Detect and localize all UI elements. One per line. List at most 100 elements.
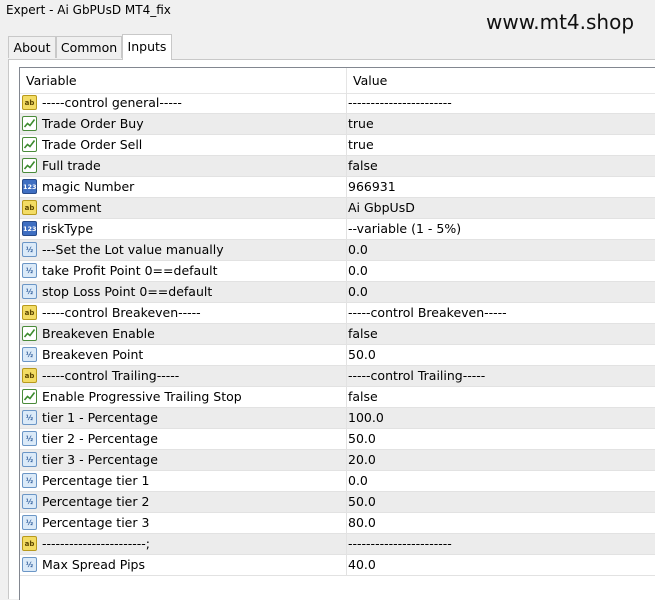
variable-name: -----control Breakeven----- — [42, 305, 201, 320]
variable-name: tier 2 - Percentage — [42, 431, 158, 446]
column-header-variable[interactable]: Variable — [20, 68, 346, 93]
variable-value[interactable]: 100.0 — [348, 408, 384, 428]
table-row[interactable]: ½ ---Set the Lot value manually 0.0 — [20, 240, 655, 261]
variable-value[interactable]: 50.0 — [348, 429, 376, 449]
column-separator — [346, 303, 347, 324]
variable-value[interactable]: 80.0 — [348, 513, 376, 533]
table-row[interactable]: ½ Percentage tier 1 0.0 — [20, 471, 655, 492]
double-type-icon: ½ — [22, 242, 37, 257]
variable-name: -----control general----- — [42, 95, 182, 110]
table-row[interactable]: ½ Percentage tier 2 50.0 — [20, 492, 655, 513]
inputs-panel: Variable Value ab -----control general---… — [8, 59, 655, 600]
table-row[interactable]: ½ take Profit Point 0==default 0.0 — [20, 261, 655, 282]
table-row[interactable]: ½ Percentage tier 3 80.0 — [20, 513, 655, 534]
table-row[interactable]: ½ Breakeven Point 50.0 — [20, 345, 655, 366]
variable-value[interactable]: 0.0 — [348, 282, 368, 302]
table-row[interactable]: ½ stop Loss Point 0==default 0.0 — [20, 282, 655, 303]
bool-type-icon — [22, 116, 37, 131]
table-row[interactable]: Trade Order Sell true — [20, 135, 655, 156]
variable-name: Trade Order Sell — [42, 137, 143, 152]
variable-value[interactable]: 50.0 — [348, 345, 376, 365]
variable-name: Percentage tier 3 — [42, 515, 150, 530]
column-separator — [346, 366, 347, 387]
column-separator — [346, 324, 347, 345]
double-type-icon: ½ — [22, 284, 37, 299]
table-row[interactable]: ½ tier 3 - Percentage 20.0 — [20, 450, 655, 471]
variable-name: stop Loss Point 0==default — [42, 284, 213, 299]
variable-value[interactable]: Ai GbpUsD — [348, 198, 415, 218]
table-row[interactable]: ½ Max Spread Pips 40.0 — [20, 555, 655, 576]
variable-name: ---Set the Lot value manually — [42, 242, 224, 257]
variable-value[interactable]: -----control Trailing----- — [348, 366, 485, 386]
column-separator — [346, 450, 347, 471]
window-title: Expert - Ai GbPUsD MT4_fix — [6, 3, 171, 17]
variable-value[interactable]: false — [348, 156, 378, 176]
tab-about[interactable]: About — [8, 36, 56, 58]
column-separator — [346, 93, 347, 114]
variable-value[interactable]: 0.0 — [348, 261, 368, 281]
table-body: ab -----control general----- -------------… — [20, 93, 655, 576]
variable-value[interactable]: 0.0 — [348, 240, 368, 260]
table-row[interactable]: 123 magic Number 966931 — [20, 177, 655, 198]
column-header-value[interactable]: Value — [347, 68, 655, 93]
column-separator — [346, 471, 347, 492]
variable-value[interactable]: 20.0 — [348, 450, 376, 470]
variable-value[interactable]: 50.0 — [348, 492, 376, 512]
variable-name: Max Spread Pips — [42, 557, 145, 572]
double-type-icon: ½ — [22, 431, 37, 446]
bool-type-icon — [22, 326, 37, 341]
column-separator — [346, 261, 347, 282]
variable-name: Trade Order Buy — [42, 116, 144, 131]
bool-type-icon — [22, 389, 37, 404]
column-separator — [346, 429, 347, 450]
string-type-icon: ab — [22, 305, 37, 320]
variable-value[interactable]: -----control Breakeven----- — [348, 303, 507, 323]
variable-value[interactable]: 40.0 — [348, 555, 376, 575]
string-type-icon: ab — [22, 200, 37, 215]
variable-value[interactable]: --variable (1 - 5%) — [348, 219, 461, 239]
variable-value[interactable]: 0.0 — [348, 471, 368, 491]
variable-name: Percentage tier 1 — [42, 473, 150, 488]
column-separator — [346, 198, 347, 219]
table-row[interactable]: Breakeven Enable false — [20, 324, 655, 345]
table-row[interactable]: Full trade false — [20, 156, 655, 177]
variable-value[interactable]: false — [348, 387, 378, 407]
table-row[interactable]: ab -----control Trailing----- -----control… — [20, 366, 655, 387]
table-row[interactable]: 123 riskType --variable (1 - 5%) — [20, 219, 655, 240]
column-separator — [346, 219, 347, 240]
variable-value[interactable]: false — [348, 324, 378, 344]
variable-value[interactable]: ----------------------- — [348, 93, 452, 113]
variable-name: riskType — [42, 221, 94, 236]
double-type-icon: ½ — [22, 515, 37, 530]
column-separator — [346, 240, 347, 261]
integer-type-icon: 123 — [22, 221, 37, 236]
variable-name: -----------------------; — [42, 536, 150, 551]
column-separator — [346, 114, 347, 135]
table-row[interactable]: Enable Progressive Trailing Stop false — [20, 387, 655, 408]
table-row[interactable]: ½ tier 2 - Percentage 50.0 — [20, 429, 655, 450]
variable-name: Enable Progressive Trailing Stop — [42, 389, 242, 404]
variable-name: comment — [42, 200, 102, 215]
tab-common[interactable]: Common — [56, 36, 122, 58]
bool-type-icon — [22, 158, 37, 173]
inputs-table: Variable Value ab -----control general---… — [19, 67, 655, 600]
column-separator — [346, 408, 347, 429]
table-row[interactable]: ab comment Ai GbpUsD — [20, 198, 655, 219]
variable-value[interactable]: 966931 — [348, 177, 396, 197]
table-row[interactable]: ½ tier 1 - Percentage 100.0 — [20, 408, 655, 429]
variable-name: Breakeven Enable — [42, 326, 155, 341]
table-row[interactable]: ab -----control general----- -------------… — [20, 93, 655, 114]
table-row[interactable]: Trade Order Buy true — [20, 114, 655, 135]
variable-name: magic Number — [42, 179, 135, 194]
table-row[interactable]: ab -----------------------; --------------… — [20, 534, 655, 555]
double-type-icon: ½ — [22, 410, 37, 425]
variable-value[interactable]: true — [348, 135, 374, 155]
table-row[interactable]: ab -----control Breakeven----- -----contro… — [20, 303, 655, 324]
double-type-icon: ½ — [22, 347, 37, 362]
variable-name: take Profit Point 0==default — [42, 263, 218, 278]
variable-value[interactable]: ----------------------- — [348, 534, 452, 554]
tab-inputs[interactable]: Inputs — [122, 34, 172, 60]
variable-value[interactable]: true — [348, 114, 374, 134]
column-separator — [346, 345, 347, 366]
variable-name: Breakeven Point — [42, 347, 144, 362]
